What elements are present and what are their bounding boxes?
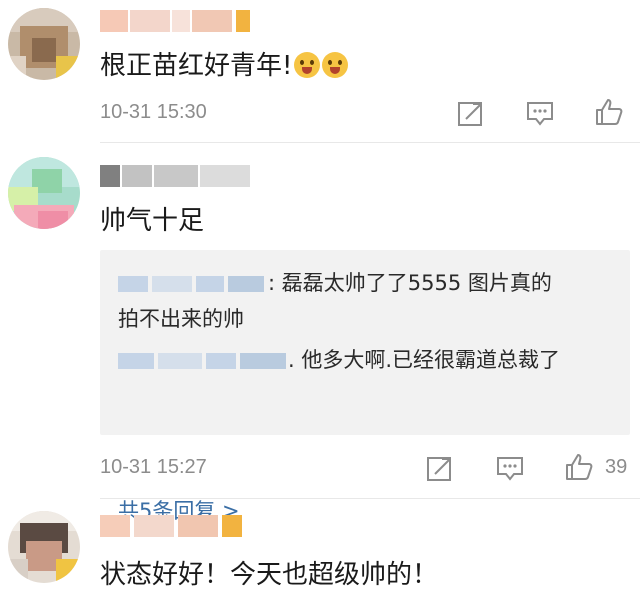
comment-text: 帅气十足 bbox=[100, 206, 205, 236]
comment-item-1: 根正苗红好青年! 10-31 15:30 bbox=[0, 0, 640, 140]
thumbs-up-icon[interactable] bbox=[594, 97, 624, 127]
avatar[interactable] bbox=[8, 511, 80, 583]
reply-text-continued: 拍不出来的帅 bbox=[118, 307, 244, 331]
timestamp: 10-31 15:30 bbox=[100, 101, 207, 123]
repost-icon[interactable] bbox=[456, 98, 486, 128]
avatar[interactable] bbox=[8, 157, 80, 229]
comment-item-3: 状态好好！今天也超级帅的！ bbox=[0, 499, 640, 597]
comment-icon[interactable] bbox=[495, 453, 525, 483]
reply-text: . 他多大啊.已经很霸道总裁了 bbox=[288, 348, 561, 372]
scream-emoji-icon bbox=[322, 52, 349, 78]
reply-box[interactable]: : 磊磊太帅了了5555 图片真的 拍不出来的帅 . 他多大啊.已经很霸道总裁了… bbox=[100, 250, 630, 523]
reply-username-blurred[interactable] bbox=[118, 274, 268, 294]
scream-emoji-icon bbox=[294, 52, 321, 78]
username-blurred[interactable] bbox=[100, 165, 250, 191]
comment-text-content: 根正苗红好青年! bbox=[100, 51, 293, 81]
repost-icon[interactable] bbox=[425, 453, 455, 483]
comment-icon[interactable] bbox=[525, 98, 555, 128]
comment-text: 状态好好！今天也超级帅的！ bbox=[100, 560, 439, 590]
comment-item-2: 帅气十足 : 磊磊太帅了了5555 图片真的 拍不出来的帅 . 他多大啊.已经很… bbox=[0, 143, 640, 523]
username-blurred[interactable] bbox=[100, 515, 250, 541]
avatar[interactable] bbox=[8, 8, 80, 80]
like-count: 39 bbox=[605, 456, 628, 478]
username-blurred[interactable] bbox=[100, 10, 250, 36]
reply-item[interactable]: . 他多大啊.已经很霸道总裁了 bbox=[118, 345, 560, 375]
reply-item[interactable]: : 磊磊太帅了了5555 图片真的 bbox=[118, 268, 552, 298]
comment-text: 根正苗红好青年! bbox=[100, 50, 349, 82]
thumbs-up-icon[interactable] bbox=[564, 452, 594, 482]
reply-username-blurred[interactable] bbox=[118, 351, 288, 371]
reply-text: : 磊磊太帅了了5555 图片真的 bbox=[268, 271, 552, 295]
timestamp: 10-31 15:27 bbox=[100, 456, 207, 478]
